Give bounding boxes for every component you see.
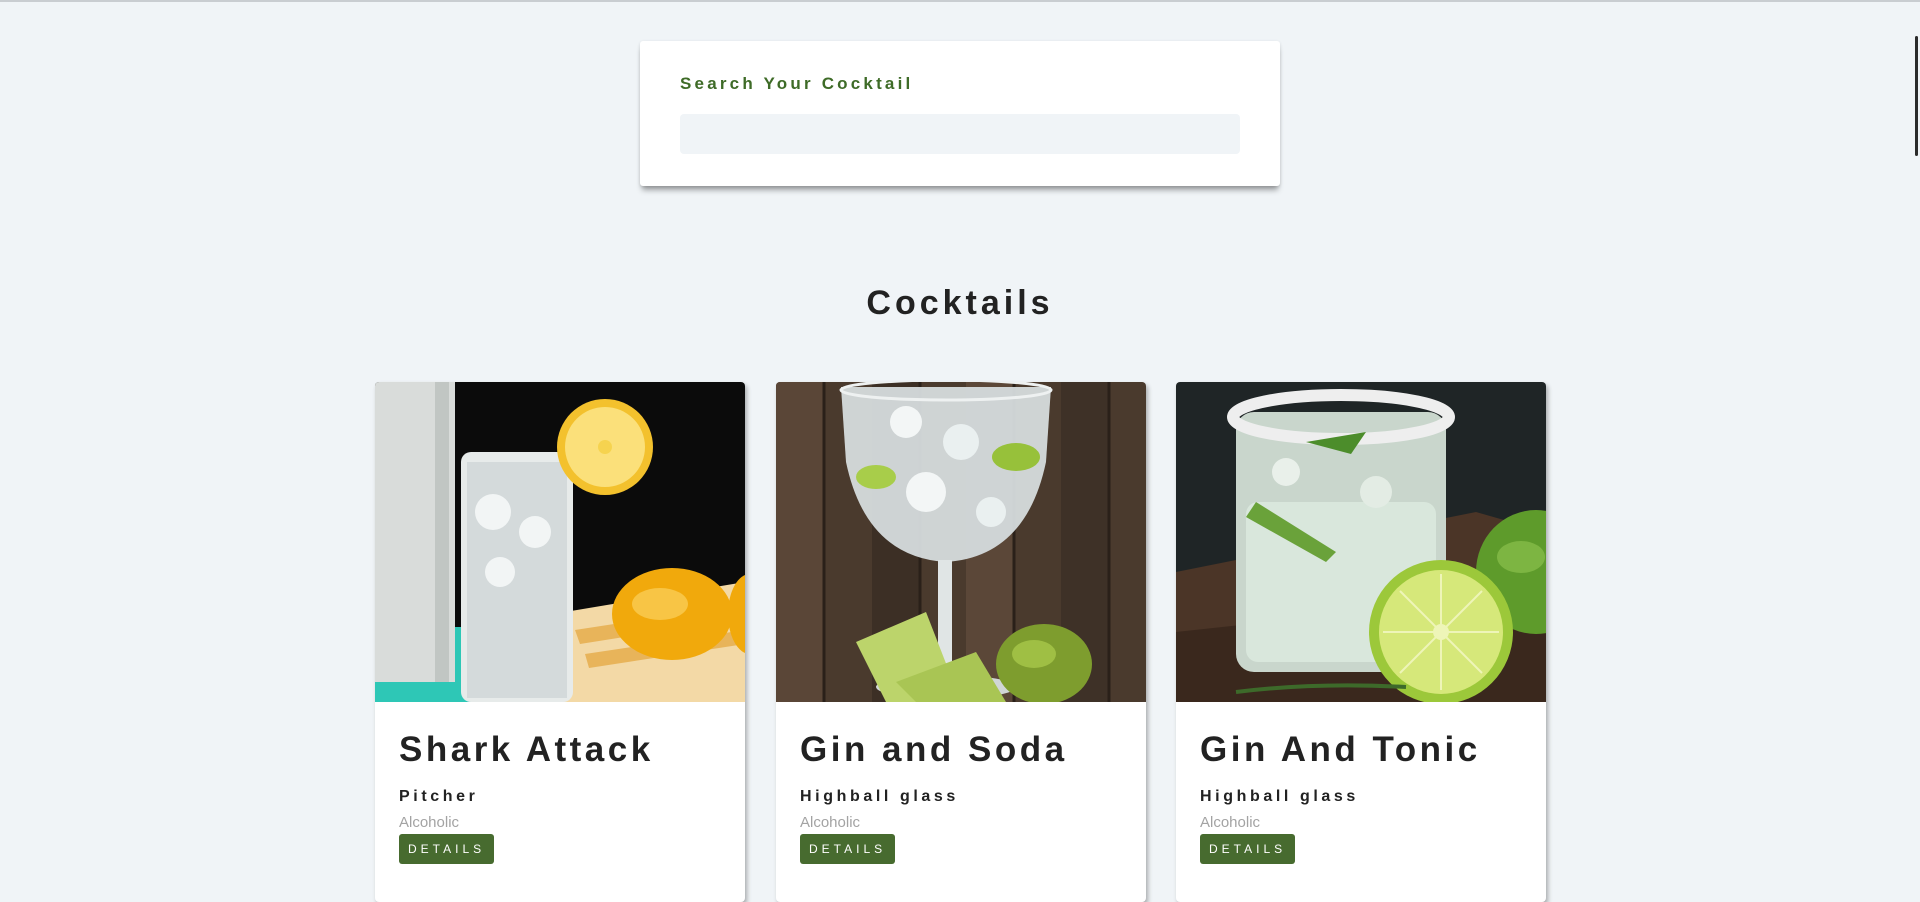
- search-input[interactable]: [680, 114, 1240, 154]
- cocktail-card: Gin And Tonic Highball glass Alcoholic D…: [1176, 382, 1546, 902]
- cocktail-image: [1176, 382, 1546, 702]
- details-button[interactable]: DETAILS: [399, 834, 495, 864]
- cocktail-type: Alcoholic: [399, 814, 460, 831]
- cocktail-card: Gin and Soda Highball glass Alcoholic DE…: [776, 382, 1146, 902]
- cocktail-image: [776, 382, 1146, 702]
- cocktail-name: Gin And Tonic: [1200, 730, 1481, 769]
- page-scrollbar[interactable]: [1910, 0, 1920, 880]
- cocktail-card: Shark Attack Pitcher Alcoholic DETAILS: [375, 382, 745, 902]
- search-label: Search Your Cocktail: [680, 74, 914, 93]
- top-border: [0, 0, 1920, 2]
- cocktail-type: Alcoholic: [1200, 814, 1261, 831]
- cocktail-image: [375, 382, 745, 702]
- cocktail-name: Shark Attack: [399, 730, 654, 769]
- section-title: Cocktails: [866, 284, 1054, 322]
- scrollbar-thumb[interactable]: [1915, 36, 1918, 156]
- details-button[interactable]: DETAILS: [1200, 834, 1296, 864]
- cocktail-glass: Highball glass: [1200, 788, 1359, 805]
- cocktail-type: Alcoholic: [800, 814, 861, 831]
- search-form: Search Your Cocktail: [640, 41, 1280, 186]
- cocktail-glass: Highball glass: [800, 788, 959, 805]
- cocktail-name: Gin and Soda: [800, 730, 1068, 769]
- details-button[interactable]: DETAILS: [800, 834, 896, 864]
- cocktail-glass: Pitcher: [399, 788, 479, 805]
